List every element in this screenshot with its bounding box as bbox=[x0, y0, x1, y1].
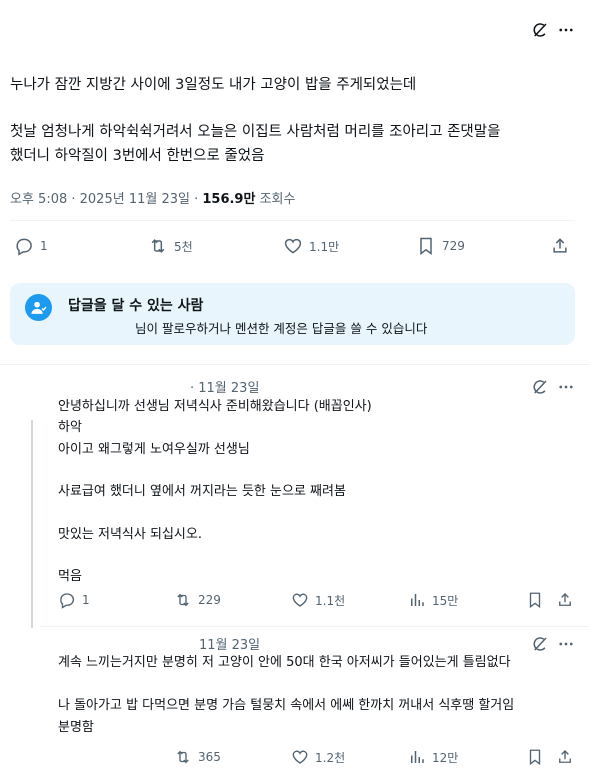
views-button[interactable]: 12만 bbox=[408, 748, 458, 766]
share-button[interactable] bbox=[556, 591, 574, 609]
repost-count: 5천 bbox=[174, 239, 193, 254]
bookmark-icon bbox=[529, 592, 541, 609]
grok-icon[interactable] bbox=[530, 377, 550, 397]
heart-icon bbox=[292, 593, 308, 607]
reply-button[interactable]: 1 bbox=[14, 236, 48, 256]
more-options-icon[interactable] bbox=[556, 377, 576, 397]
post-paragraph-1: 누나가 잠깐 지방간 사이에 3일정도 내가 고양이 밥을 주게되었는데 bbox=[10, 77, 417, 93]
repost-count: 229 bbox=[198, 593, 221, 607]
grok-icon[interactable] bbox=[530, 20, 550, 40]
reply-restriction-banner: 답글을 달 수 있는 사람 님이 팔로우하거나 멘션한 계정은 답글을 쓸 수 … bbox=[10, 283, 575, 345]
repost-icon bbox=[177, 750, 189, 764]
reply2-date[interactable]: 11월 23일 bbox=[199, 634, 260, 653]
repost-count: 365 bbox=[198, 750, 221, 764]
reply-button[interactable]: 1 bbox=[58, 591, 90, 609]
share-button[interactable] bbox=[556, 748, 574, 766]
bookmark-icon bbox=[420, 237, 432, 255]
bookmark-count: 729 bbox=[442, 239, 465, 253]
reply1-line: 안녕하십니까 선생님 저녁식사 준비해왔습니다 (배꼽인사) bbox=[58, 399, 372, 414]
post-paragraph-2-line-2: 했더니 하악질이 3번에서 한번으로 줄었음 bbox=[10, 148, 265, 164]
divider bbox=[10, 220, 575, 221]
reply-restriction-description: 님이 팔로우하거나 멘션한 계정은 답글을 쓸 수 있습니다 bbox=[135, 321, 428, 336]
reply1-line bbox=[58, 545, 372, 566]
like-button[interactable]: 1.2천 bbox=[291, 748, 345, 766]
reply1-line: 맛있는 저녁식사 되십시오. bbox=[58, 526, 202, 542]
thread-connector-line bbox=[31, 420, 33, 628]
like-button[interactable]: 1.1만 bbox=[283, 236, 339, 256]
reply-count: 1 bbox=[40, 239, 48, 253]
views-button[interactable]: 15만 bbox=[408, 591, 458, 609]
analytics-icon bbox=[411, 751, 424, 763]
views-label: 조회수 bbox=[255, 192, 296, 207]
reply2-line: 분명함 bbox=[58, 719, 94, 735]
repost-button[interactable]: 5천 bbox=[148, 236, 193, 256]
views-count: 12만 bbox=[432, 750, 459, 765]
like-count: 1.1만 bbox=[309, 239, 340, 254]
reply1-line: 사료급여 했더니 옆에서 꺼지라는 듯한 눈으로 째려봄 bbox=[58, 484, 346, 500]
heart-icon bbox=[292, 750, 308, 764]
grok-icon[interactable] bbox=[530, 634, 550, 654]
reply-count: 1 bbox=[82, 593, 90, 607]
like-count: 1.2천 bbox=[315, 750, 346, 765]
views-count: 156.9만 bbox=[202, 192, 256, 207]
reply2-line bbox=[58, 674, 514, 696]
reply1-line: 아이고 왜그렇게 노여우실까 선생님 bbox=[58, 441, 250, 457]
heart-icon bbox=[284, 238, 302, 254]
reply2-line: 나 돌아가고 밥 다먹으면 분명 가슴 털뭉치 속에서 에쎄 한까치 꺼내서 식… bbox=[58, 698, 515, 713]
post-metadata: 오후 5:08 · 2025년 11월 23일 · 156.9만 조회수 bbox=[10, 188, 295, 207]
share-icon bbox=[559, 750, 571, 763]
reply1-line bbox=[58, 502, 372, 523]
reply2-body: 계속 느끼는거지만 분명히 저 고양이 안에 50대 한국 아저씨가 들어있는게… bbox=[58, 652, 514, 738]
bookmark-button[interactable] bbox=[526, 591, 544, 609]
reply1-date[interactable]: · 11월 23일 bbox=[190, 377, 259, 396]
like-count: 1.1천 bbox=[315, 593, 346, 608]
analytics-icon bbox=[411, 594, 424, 606]
more-options-icon[interactable] bbox=[556, 634, 576, 654]
share-button[interactable] bbox=[550, 236, 570, 256]
repost-button[interactable]: 229 bbox=[174, 591, 221, 609]
like-button[interactable]: 1.1천 bbox=[291, 591, 345, 609]
repost-icon bbox=[151, 239, 165, 253]
divider bbox=[0, 364, 589, 365]
post-paragraph-2-line-1: 첫날 엄청나게 하악쉭쉭거려서 오늘은 이집트 사람처럼 머리를 조아리고 존댓… bbox=[10, 124, 501, 140]
reply1-line bbox=[58, 460, 372, 481]
reply1-body: 안녕하십니까 선생님 저녁식사 준비해왔습니다 (배꼽인사) 하악 아이고 왜그… bbox=[58, 396, 372, 588]
post-timestamp[interactable]: 오후 5:08 · 2025년 11월 23일 · bbox=[10, 192, 202, 207]
reply1-line: 먹음 bbox=[58, 569, 82, 585]
reply-icon bbox=[16, 238, 32, 256]
repost-button[interactable]: 365 bbox=[174, 748, 221, 766]
share-icon bbox=[553, 238, 567, 253]
share-icon bbox=[559, 593, 571, 606]
divider bbox=[40, 626, 589, 627]
more-options-icon[interactable] bbox=[556, 20, 576, 40]
reply1-line: 하악 bbox=[58, 420, 82, 436]
reply2-line: 계속 느끼는거지만 분명히 저 고양이 안에 50대 한국 아저씨가 들어있는게… bbox=[58, 655, 511, 670]
bookmark-button[interactable] bbox=[526, 748, 544, 766]
bookmark-button[interactable]: 729 bbox=[416, 236, 465, 256]
account-icon bbox=[25, 294, 52, 321]
repost-icon bbox=[177, 593, 189, 607]
views-count: 15만 bbox=[432, 593, 459, 608]
bookmark-icon bbox=[529, 749, 541, 766]
reply-icon bbox=[60, 593, 75, 609]
reply-restriction-title: 답글을 달 수 있는 사람 bbox=[68, 298, 204, 314]
